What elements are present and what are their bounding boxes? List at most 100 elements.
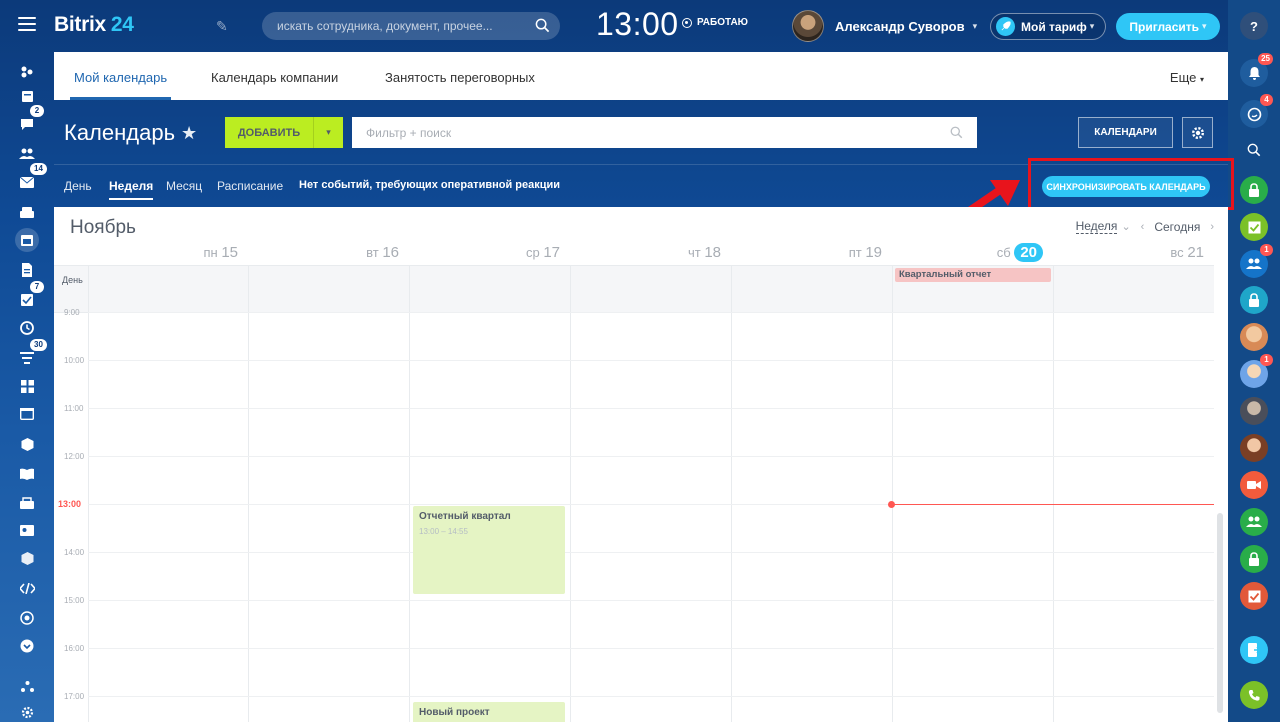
exit-icon[interactable] [1240, 636, 1268, 664]
weekday-label: вс [1170, 245, 1184, 260]
gear-icon[interactable] [1182, 117, 1213, 148]
scrollbar-thumb[interactable] [1217, 513, 1223, 713]
clock[interactable]: 13:00 [596, 6, 679, 43]
add-dropdown-icon[interactable]: ▾ [313, 117, 343, 148]
counter-text: Нет событий, требующих оперативной реакц… [299, 179, 561, 191]
task-check-icon[interactable] [1240, 213, 1268, 241]
docs-icon[interactable] [15, 258, 39, 282]
contact-avatar-3[interactable] [1240, 397, 1268, 425]
hour-row[interactable] [88, 552, 1214, 553]
search-icon[interactable] [1240, 136, 1268, 164]
team-chat-icon[interactable]: 1 [1240, 244, 1273, 278]
day-separator [248, 265, 249, 722]
event-card[interactable]: Новый проект [413, 702, 565, 722]
more-menu[interactable]: Еще ▾ [1170, 70, 1204, 85]
drive-icon[interactable] [15, 200, 39, 224]
target-icon[interactable] [15, 606, 39, 630]
add-button-label[interactable]: ДОБАВИТЬ [225, 117, 313, 148]
crm-icon[interactable]: 30 [15, 339, 47, 370]
view-week[interactable]: Неделя [109, 179, 154, 200]
tab-meeting-rooms[interactable]: Занятость переговорных [385, 70, 535, 85]
hour-label: 10:00 [64, 356, 85, 365]
lock-group-icon[interactable] [1240, 545, 1268, 573]
hour-row[interactable] [88, 648, 1214, 649]
stream-icon[interactable] [15, 60, 39, 84]
day-header[interactable]: ср 17 [410, 244, 560, 261]
filter-box[interactable] [352, 117, 977, 148]
phone-icon[interactable] [1240, 681, 1268, 709]
filter-input[interactable] [352, 117, 977, 148]
group-icon[interactable] [1240, 508, 1268, 536]
day-header-today[interactable]: сб 20 [893, 243, 1043, 262]
calendars-button[interactable]: КАЛЕНДАРИ [1078, 117, 1173, 148]
hour-row[interactable] [88, 600, 1214, 601]
hour-row[interactable] [88, 408, 1214, 409]
day-header[interactable]: пт 19 [732, 244, 882, 261]
invite-button[interactable]: Пригласить ▾ [1116, 13, 1220, 40]
day-header[interactable]: чт 18 [571, 244, 721, 261]
tab-my-calendar[interactable]: Мой календарь [69, 70, 172, 100]
chevron-left-icon[interactable]: ‹ [1141, 221, 1145, 233]
settings-icon[interactable] [15, 700, 39, 722]
lock-icon[interactable] [1240, 176, 1268, 204]
calendar-icon[interactable] [15, 228, 39, 252]
box-icon[interactable] [15, 546, 39, 570]
view-month[interactable]: Месяц [166, 179, 202, 193]
search-box[interactable] [262, 12, 560, 40]
work-status[interactable]: РАБОТАЮ [682, 17, 748, 28]
contact-center-icon[interactable] [15, 490, 39, 514]
hour-row[interactable] [88, 360, 1214, 361]
tasks-icon[interactable]: 7 [15, 281, 44, 312]
logo[interactable]: Bitrix 24 [54, 13, 134, 37]
day-header[interactable]: вс 21 [1054, 244, 1204, 261]
contact-avatar-2[interactable]: 1 [1240, 354, 1273, 388]
view-select[interactable]: Неделя [1075, 219, 1118, 234]
view-schedule[interactable]: Расписание [217, 179, 283, 193]
pencil-icon[interactable]: ✎ [216, 18, 228, 35]
messenger-icon[interactable]: 4 [1240, 94, 1273, 128]
hour-row[interactable] [88, 456, 1214, 457]
task-red-icon[interactable] [1240, 582, 1268, 610]
contact-avatar-4[interactable] [1240, 434, 1268, 462]
menu-icon[interactable] [18, 17, 36, 31]
id-card-icon[interactable] [15, 518, 39, 542]
search-icon[interactable] [950, 126, 963, 139]
day-number: 16 [382, 244, 399, 261]
sitemap-icon[interactable] [15, 674, 39, 698]
event-all-day[interactable]: Квартальный отчет [895, 268, 1051, 282]
more-down-icon[interactable] [15, 634, 39, 658]
hour-row[interactable] [88, 696, 1214, 697]
help-icon[interactable]: ? [1240, 12, 1268, 40]
video-call-icon[interactable] [1240, 471, 1268, 499]
search-input[interactable] [262, 12, 560, 40]
messenger-badge: 4 [1260, 94, 1273, 106]
tariff-button[interactable]: Мой тариф ▾ [990, 13, 1106, 40]
chevron-down-icon[interactable]: ⌄ [1121, 220, 1130, 233]
clock-icon[interactable] [15, 316, 39, 340]
chat-icon[interactable]: 2 [15, 105, 44, 136]
today-button[interactable]: Сегодня [1154, 220, 1200, 234]
mail-icon[interactable]: 14 [15, 163, 47, 194]
day-separator [892, 265, 893, 722]
star-icon[interactable]: ★ [181, 123, 197, 144]
knowledge-icon[interactable] [15, 462, 39, 486]
add-button[interactable]: ДОБАВИТЬ ▾ [225, 117, 343, 148]
search-icon[interactable] [535, 18, 550, 33]
user-menu[interactable]: Александр Суворов ▾ [792, 10, 977, 42]
chevron-right-icon[interactable]: › [1210, 221, 1214, 233]
store-icon[interactable] [15, 432, 39, 456]
day-header[interactable]: вт 16 [249, 244, 399, 261]
event-title: Новый проект [419, 707, 490, 718]
tab-company-calendar[interactable]: Календарь компании [211, 70, 338, 85]
event-card[interactable]: Отчетный квартал 13:00 – 14:55 [413, 506, 565, 594]
view-day[interactable]: День [64, 179, 92, 193]
apps-icon[interactable] [15, 374, 39, 398]
contact-avatar-1[interactable] [1240, 323, 1268, 351]
day-header[interactable]: пн 15 [88, 244, 238, 261]
lock-chat-icon[interactable] [1240, 286, 1268, 314]
hour-row[interactable] [88, 312, 1214, 313]
sites-icon[interactable] [15, 402, 39, 426]
bell-icon[interactable]: 25 [1240, 53, 1273, 87]
code-icon[interactable] [15, 576, 39, 600]
scrollbar[interactable] [1214, 313, 1228, 722]
